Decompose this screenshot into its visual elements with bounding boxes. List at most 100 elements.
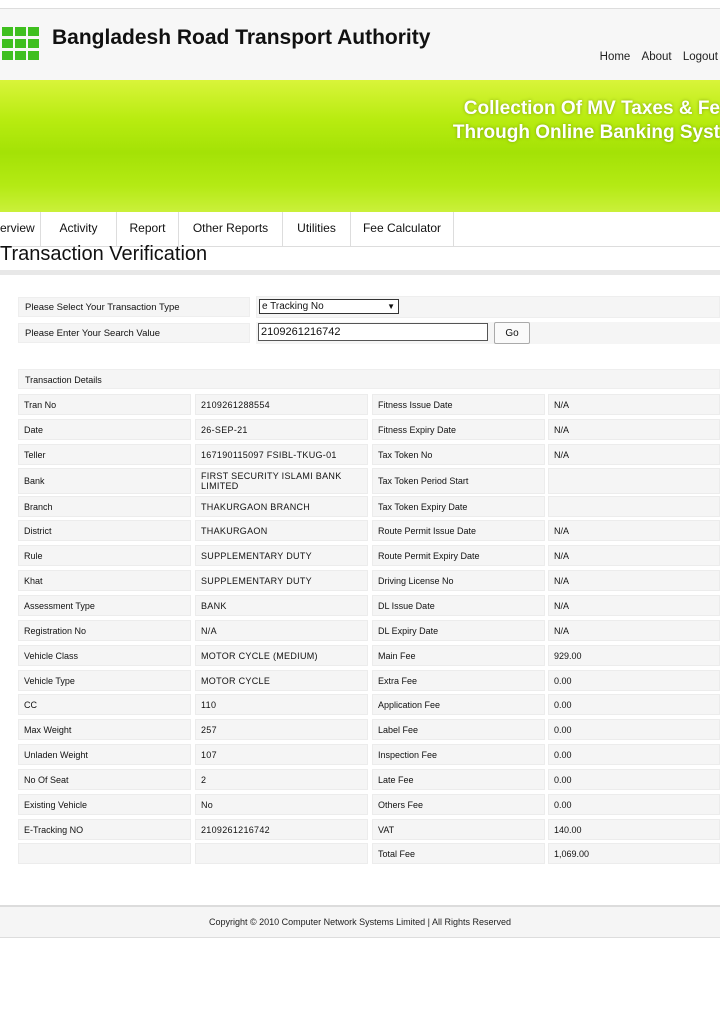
site-title: Bangladesh Road Transport Authority [52, 26, 431, 49]
table-row: Vehicle Class MOTOR CYCLE (MEDIUM) Main Fe… [18, 645, 720, 666]
detail-value [195, 843, 368, 864]
footer: Copyright © 2010 Computer Network System… [0, 907, 720, 938]
detail-value: MOTOR CYCLE (MEDIUM) [195, 645, 368, 666]
detail-label: Route Permit Expiry Date [372, 545, 545, 566]
nav-utilities[interactable]: Utilities [283, 212, 351, 246]
detail-value: 167190115097 FSIBL-TKUG-01 [195, 444, 368, 465]
table-row: Existing Vehicle No Others Fee 0.00 [18, 794, 720, 815]
table-row: Branch THAKURGAON BRANCH Tax Token Expiry … [18, 496, 720, 517]
detail-label: Tran No [18, 394, 191, 415]
detail-value [548, 468, 720, 494]
detail-value: 929.00 [548, 645, 720, 666]
chevron-down-icon: ▼ [387, 302, 395, 311]
detail-value: N/A [548, 595, 720, 616]
table-row: Rule SUPPLEMENTARY DUTY Route Permit Expir… [18, 545, 720, 566]
detail-value: SUPPLEMENTARY DUTY [195, 545, 368, 566]
top-nav: Home About Logout [592, 51, 718, 63]
detail-label: Vehicle Class [18, 645, 191, 666]
detail-label: CC [18, 694, 191, 715]
logout-link[interactable]: Logout [683, 51, 718, 63]
detail-value [548, 496, 720, 517]
transaction-type-value: e Tracking No [262, 301, 324, 312]
banner-line-1: Collection Of MV Taxes & Fe [463, 98, 720, 119]
table-row: Registration No N/A DL Expiry Date N/A [18, 620, 720, 641]
table-row: CC 110 Application Fee 0.00 [18, 694, 720, 715]
search-value-input[interactable]: 2109261216742 [258, 323, 488, 341]
detail-value: 1,069.00 [548, 843, 720, 864]
detail-value: 0.00 [548, 744, 720, 765]
detail-value: 2109261216742 [195, 819, 368, 840]
detail-value: 0.00 [548, 670, 720, 691]
detail-label: Total Fee [372, 843, 545, 864]
nav-activity[interactable]: Activity [41, 212, 117, 246]
page-title: Transaction Verification [0, 243, 208, 265]
detail-label: Branch [18, 496, 191, 517]
detail-label: Unladen Weight [18, 744, 191, 765]
table-row: Assessment Type BANK DL Issue Date N/A [18, 595, 720, 616]
banner: Collection Of MV Taxes & Fe Through Onli… [0, 80, 720, 212]
detail-value: 110 [195, 694, 368, 715]
detail-label: VAT [372, 819, 545, 840]
banner-line-2: Through Online Banking Syst [452, 122, 720, 143]
search-form: Please Select Your Transaction Type e Tr… [18, 295, 720, 347]
logo-icon [2, 27, 42, 61]
detail-value: N/A [548, 545, 720, 566]
detail-label: Driving License No [372, 570, 545, 591]
table-row: Bank FIRST SECURITY ISLAMI BANK LIMITED Ta… [18, 468, 720, 494]
detail-value: No [195, 794, 368, 815]
transaction-type-select[interactable]: e Tracking No ▼ [259, 299, 399, 314]
detail-value: 26-SEP-21 [195, 419, 368, 440]
detail-label: District [18, 520, 191, 541]
detail-label: E-Tracking NO [18, 819, 191, 840]
detail-label: Teller [18, 444, 191, 465]
main-nav: erview Activity Report Other Reports Uti… [0, 212, 720, 247]
detail-value: 140.00 [548, 819, 720, 840]
table-row: Khat SUPPLEMENTARY DUTY Driving License No… [18, 570, 720, 591]
detail-value: 0.00 [548, 769, 720, 790]
table-row: Date 26-SEP-21 Fitness Expiry Date N/A [18, 419, 720, 440]
detail-value: 2109261288554 [195, 394, 368, 415]
detail-value: N/A [548, 394, 720, 415]
title-divider [0, 270, 720, 275]
detail-value: N/A [548, 570, 720, 591]
table-row: E-Tracking NO 2109261216742 VAT 140.00 [18, 819, 720, 840]
detail-value: FIRST SECURITY ISLAMI BANK LIMITED [195, 468, 368, 494]
detail-value: 107 [195, 744, 368, 765]
table-row: Unladen Weight 107 Inspection Fee 0.00 [18, 744, 720, 765]
home-link[interactable]: Home [600, 51, 631, 63]
detail-label: Date [18, 419, 191, 440]
nav-other-reports[interactable]: Other Reports [179, 212, 283, 246]
table-row: Vehicle Type MOTOR CYCLE Extra Fee 0.00 [18, 670, 720, 691]
header: Bangladesh Road Transport Authority Home… [0, 8, 720, 81]
go-button[interactable]: Go [494, 322, 530, 344]
detail-label: Vehicle Type [18, 670, 191, 691]
detail-label: Max Weight [18, 719, 191, 740]
detail-label: DL Expiry Date [372, 620, 545, 641]
about-link[interactable]: About [642, 51, 672, 63]
detail-value: N/A [548, 520, 720, 541]
detail-value: 0.00 [548, 719, 720, 740]
detail-label [18, 843, 191, 864]
detail-label: Extra Fee [372, 670, 545, 691]
nav-overview[interactable]: erview [0, 212, 41, 246]
detail-label: Registration No [18, 620, 191, 641]
detail-value: 0.00 [548, 694, 720, 715]
detail-label: Khat [18, 570, 191, 591]
detail-value: 257 [195, 719, 368, 740]
nav-report[interactable]: Report [117, 212, 179, 246]
detail-value: MOTOR CYCLE [195, 670, 368, 691]
detail-label: Rule [18, 545, 191, 566]
detail-value: THAKURGAON BRANCH [195, 496, 368, 517]
table-row: District THAKURGAON Route Permit Issue Dat… [18, 520, 720, 541]
nav-fee-calculator[interactable]: Fee Calculator [351, 212, 454, 246]
detail-value: N/A [548, 620, 720, 641]
detail-label: Others Fee [372, 794, 545, 815]
detail-value: N/A [548, 444, 720, 465]
detail-label: Application Fee [372, 694, 545, 715]
detail-value: 0.00 [548, 794, 720, 815]
search-value-label: Please Enter Your Search Value [18, 323, 250, 343]
detail-label: Bank [18, 468, 191, 494]
detail-label: Fitness Expiry Date [372, 419, 545, 440]
transaction-details-header: Transaction Details [18, 369, 720, 389]
detail-label: Label Fee [372, 719, 545, 740]
